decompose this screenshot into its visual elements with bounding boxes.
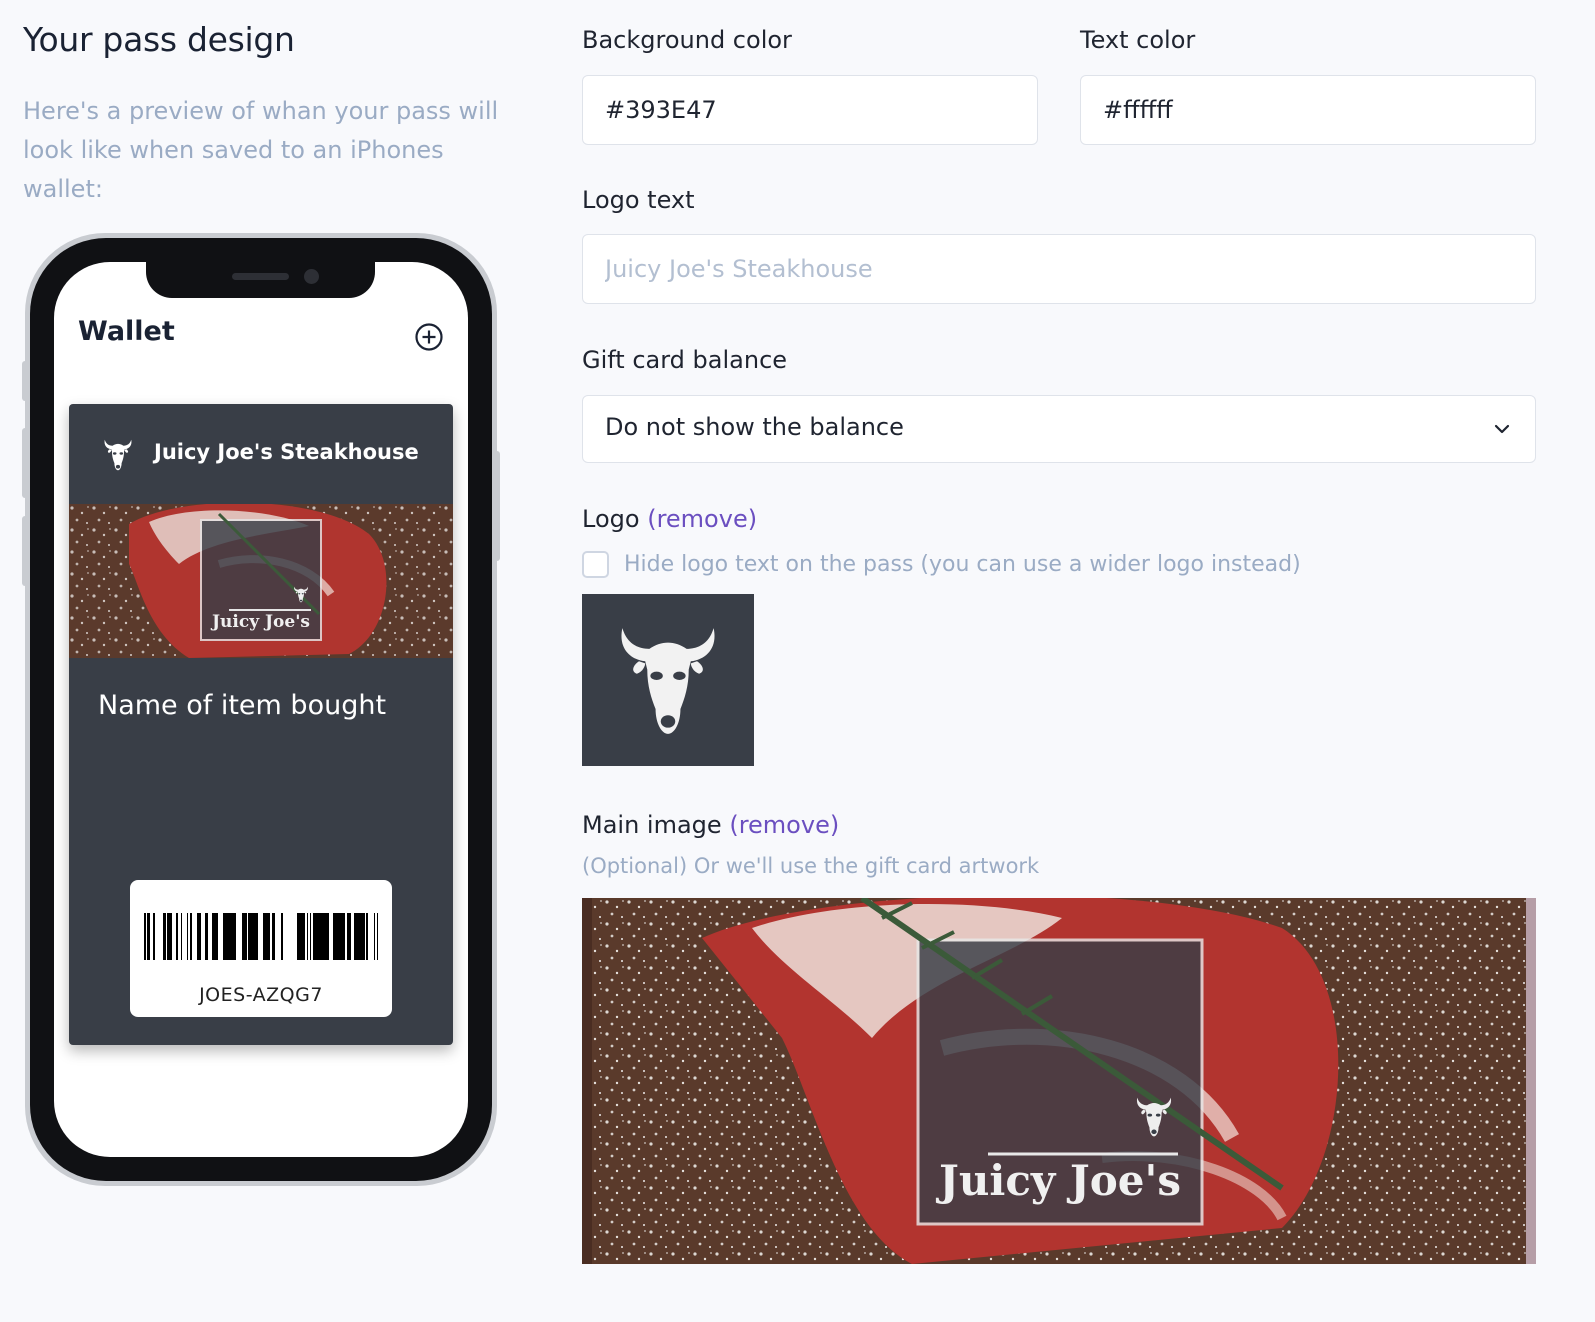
main-image-label: Main image [582, 811, 722, 839]
page-title: Your pass design [23, 20, 295, 59]
main-image-preview[interactable]: Juicy Joe's [582, 898, 1536, 1264]
bull-head-icon [1135, 1096, 1173, 1138]
logo-label-row: Logo (remove) [582, 505, 757, 533]
phone-preview: Wallet Juicy Joe's Steakhouse Juicy Joe'… [22, 233, 500, 1186]
text-color-label: Text color [1080, 26, 1196, 54]
logo-thumbnail[interactable] [582, 594, 754, 766]
phone-side-button-volume-up [22, 428, 30, 498]
bull-head-icon [615, 624, 721, 738]
main-image-remove-link[interactable]: (remove) [729, 811, 839, 839]
pass-strip-image: Juicy Joe's [69, 504, 453, 658]
gift-card-balance-label: Gift card balance [582, 346, 788, 374]
intro-text: Here's a preview of whan your pass will … [23, 97, 499, 203]
barcode-text: JOES-AZQG7 [199, 984, 323, 1006]
strip-image-text: Juicy Joe's [212, 612, 310, 632]
pass-item-name: Name of item bought [98, 690, 387, 721]
gift-card-balance-select[interactable]: Do not show the balance [582, 395, 1536, 463]
phone-frame: Wallet Juicy Joe's Steakhouse Juicy Joe'… [30, 238, 492, 1181]
main-image-label-row: Main image (remove) [582, 811, 839, 839]
barcode-box: JOES-AZQG7 [130, 880, 392, 1017]
phone-side-button-mute [22, 361, 30, 401]
background-color-label: Background color [582, 26, 792, 54]
phone-side-button-volume-down [22, 516, 30, 586]
logo-label: Logo [582, 505, 640, 533]
gift-card-balance-selected: Do not show the balance [605, 413, 904, 441]
wallet-pass-card: Juicy Joe's Steakhouse Juicy Joe's Name … [69, 404, 453, 1045]
phone-camera [304, 269, 319, 284]
pass-logo-text: Juicy Joe's Steakhouse [154, 440, 419, 464]
logo-text-input[interactable] [582, 234, 1536, 304]
pass-header: Juicy Joe's Steakhouse [69, 404, 453, 504]
phone-speaker [232, 273, 289, 280]
logo-text-label: Logo text [582, 186, 695, 214]
logo-remove-link[interactable]: (remove) [647, 505, 757, 533]
bull-head-icon [293, 586, 309, 603]
hide-logo-text-checkbox[interactable] [582, 551, 609, 578]
main-image-helper: (Optional) Or we'll use the gift card ar… [582, 854, 1040, 878]
plus-circle-icon[interactable] [414, 322, 444, 352]
hide-logo-text-label[interactable]: Hide logo text on the pass (you can use … [624, 552, 1301, 577]
text-color-input[interactable] [1080, 75, 1536, 145]
phone-screen: Wallet Juicy Joe's Steakhouse Juicy Joe'… [54, 262, 468, 1157]
barcode-icon [144, 913, 378, 960]
bull-head-icon [103, 438, 133, 472]
wallet-title: Wallet [78, 316, 175, 347]
background-color-input[interactable] [582, 75, 1038, 145]
chevron-down-icon [1494, 424, 1510, 434]
phone-notch [146, 262, 375, 298]
phone-side-button-power [492, 451, 500, 561]
main-image-text: Juicy Joe's [938, 1156, 1182, 1205]
